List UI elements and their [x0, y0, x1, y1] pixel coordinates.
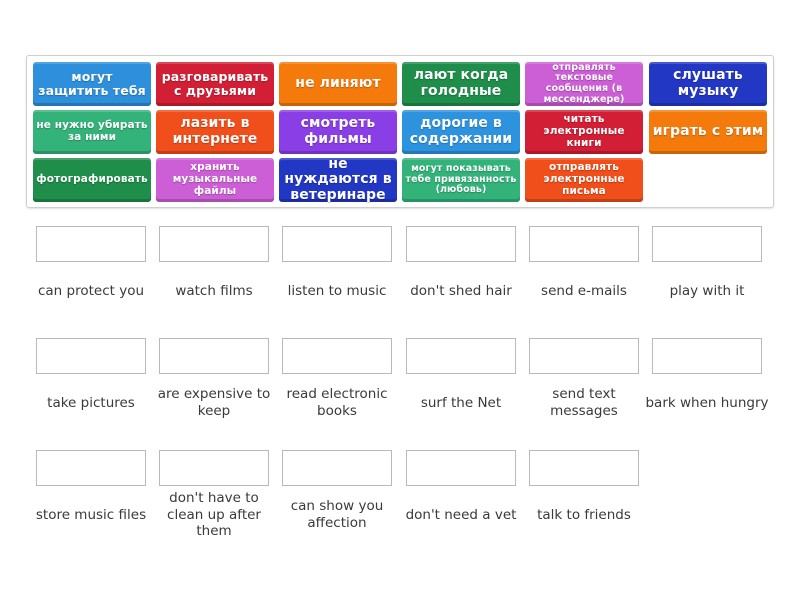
target-label: listen to music	[287, 282, 387, 299]
tile[interactable]: отправлять текстовые сообщения (в мессен…	[525, 62, 643, 106]
drop-zone[interactable]	[36, 226, 146, 262]
target-label: talk to friends	[537, 506, 631, 523]
drop-zone[interactable]	[36, 450, 146, 486]
target-label: send e-mails	[541, 282, 627, 299]
drop-zone[interactable]	[406, 338, 516, 374]
drop-zone[interactable]	[652, 338, 762, 374]
target-label: surf the Net	[420, 394, 502, 411]
tile-bank: могут защитить тебя разговаривать с друз…	[26, 55, 774, 208]
drop-zone[interactable]	[529, 450, 639, 486]
target-label: send text messages	[550, 386, 618, 419]
drop-zone[interactable]	[36, 338, 146, 374]
tile[interactable]: читать электронные книги	[525, 110, 643, 154]
tile[interactable]: разговаривать с друзьями	[156, 62, 274, 106]
drop-zone[interactable]	[529, 338, 639, 374]
target-label: play with it	[669, 282, 745, 299]
target-label: don't need a vet	[405, 506, 517, 523]
target-label: can protect you	[37, 282, 145, 299]
target-label: watch films	[175, 282, 253, 299]
target-label: are expensive to keep	[157, 386, 271, 419]
drop-zone[interactable]	[159, 226, 269, 262]
tile[interactable]: отправлять электронные письма	[525, 158, 643, 202]
drop-zone[interactable]	[529, 226, 639, 262]
target-label: don't shed hair	[410, 282, 512, 299]
drop-zone[interactable]	[406, 226, 516, 262]
tile[interactable]: фотографировать	[33, 158, 151, 202]
drop-zone[interactable]	[159, 450, 269, 486]
tile[interactable]: смотреть фильмы	[279, 110, 397, 154]
target-label: store music files	[35, 506, 147, 523]
target-label: bark when hungry	[645, 394, 769, 411]
tile[interactable]: лают когда голодные	[402, 62, 520, 106]
tile[interactable]: не нужно убирать за ними	[33, 110, 151, 154]
drop-zone[interactable]	[282, 226, 392, 262]
target-label: read electronic books	[286, 386, 388, 419]
tile[interactable]: не нуждаются в ветеринаре	[279, 156, 397, 203]
tile[interactable]: хранить музыкальные файлы	[156, 158, 274, 202]
drop-zone[interactable]	[406, 450, 516, 486]
tile[interactable]: играть с этим	[649, 110, 767, 154]
tile[interactable]: могут показывать тебе привязанность (люб…	[402, 158, 520, 202]
target-label: take pictures	[47, 394, 135, 411]
drop-zone[interactable]	[282, 450, 392, 486]
tile[interactable]: могут защитить тебя	[33, 62, 151, 106]
tile[interactable]: дорогие в содержании	[402, 110, 520, 154]
drop-zone[interactable]	[159, 338, 269, 374]
tile[interactable]: лазить в интернете	[156, 110, 274, 154]
drop-zone[interactable]	[652, 226, 762, 262]
target-label: can show you affection	[290, 498, 384, 531]
drop-zone[interactable]	[282, 338, 392, 374]
target-label: don't have to clean up after them	[167, 489, 261, 540]
tile[interactable]: не линяют	[279, 62, 397, 106]
tile[interactable]: слушать музыку	[649, 62, 767, 106]
